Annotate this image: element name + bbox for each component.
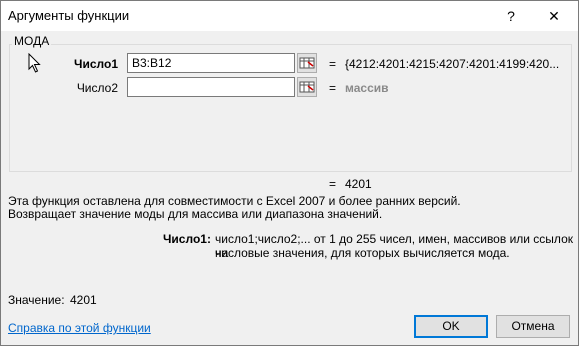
arg1-input[interactable]: B3:B12 xyxy=(127,53,295,73)
cancel-button[interactable]: Отмена xyxy=(496,315,570,338)
arg-help-line2: числовые значения, для которых вычисляет… xyxy=(215,246,510,260)
arg2-evaluated-value: массив xyxy=(345,81,389,95)
value-result: 4201 xyxy=(70,293,97,307)
formula-result-equals: = xyxy=(329,177,337,191)
arg2-label: Число2 xyxy=(76,81,118,95)
close-button[interactable]: ✕ xyxy=(539,5,569,27)
function-description-line2: Возвращает значение моды для массива или… xyxy=(8,207,383,221)
arg2-equals: = xyxy=(329,81,337,95)
dialog-title: Аргументы функции xyxy=(8,8,130,23)
range-select-icon xyxy=(299,57,315,69)
function-name-label: МОДА xyxy=(12,34,52,48)
arg2-input[interactable] xyxy=(127,77,295,97)
title-bar: Аргументы функции ? ✕ xyxy=(1,1,578,31)
arg1-equals: = xyxy=(329,57,337,71)
arg1-range-picker-button[interactable] xyxy=(297,53,317,73)
arg1-label: Число1 xyxy=(74,57,118,71)
function-arguments-dialog: Аргументы функции ? ✕ МОДА Число1 B3:B12… xyxy=(0,0,579,346)
range-select-icon xyxy=(299,81,315,93)
function-help-link[interactable]: Справка по этой функции xyxy=(8,321,151,335)
ok-button[interactable]: OK xyxy=(414,315,488,338)
mouse-cursor-icon xyxy=(28,53,41,73)
value-label: Значение: xyxy=(8,293,65,307)
arg-help-label: Число1: xyxy=(163,232,211,246)
arg2-range-picker-button[interactable] xyxy=(297,77,317,97)
function-description-line1: Эта функция оставлена для совместимости … xyxy=(8,194,461,208)
help-button[interactable]: ? xyxy=(500,6,522,26)
formula-result-value: 4201 xyxy=(345,177,372,191)
arg1-evaluated-value: {4212:4201:4215:4207:4201:4199:420... xyxy=(345,57,560,71)
